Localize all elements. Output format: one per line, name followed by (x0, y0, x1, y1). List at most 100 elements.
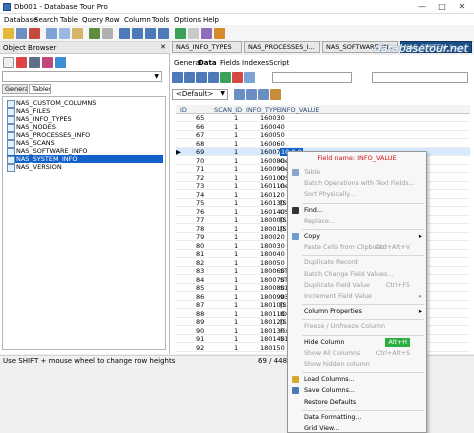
maximize-icon[interactable]: □ (432, 0, 452, 14)
last-record-icon[interactable] (158, 28, 169, 39)
column-header-info-type[interactable]: INFO_TYPE (246, 106, 281, 114)
table-cell[interactable]: 84 (196, 276, 204, 284)
menu-help[interactable]: Help (203, 16, 219, 24)
list-item[interactable]: NAS_NODES (7, 123, 163, 132)
table-cell[interactable]: 92 (196, 344, 204, 352)
table-cell[interactable]: 1 (234, 293, 238, 301)
table-cell[interactable]: 73 (196, 182, 204, 190)
table-cell[interactable]: 160030 (260, 114, 285, 122)
menu-item-batch-operations-with-text-fields[interactable]: Batch Operations with Text Fields... (288, 179, 426, 188)
list-item-selected[interactable]: NAS_SYSTEM_INFO (7, 155, 163, 164)
search-icon[interactable] (102, 28, 113, 39)
close-db-icon[interactable] (29, 28, 40, 39)
table-cell[interactable]: 1 (234, 301, 238, 309)
menu-item-copy[interactable]: Copy ▸ (288, 232, 426, 241)
delete-record-icon[interactable] (232, 72, 243, 83)
table-cell[interactable]: 1 (234, 327, 238, 335)
table-cell[interactable]: 1 (234, 233, 238, 241)
table-cell[interactable]: 160060 (260, 140, 285, 148)
table-cell[interactable]: 72 (196, 174, 204, 182)
insert-icon[interactable] (220, 72, 231, 83)
column-header-scan-id[interactable]: SCAN_ID (214, 106, 242, 114)
export-icon[interactable] (201, 28, 212, 39)
italic-icon[interactable] (246, 89, 257, 100)
open-icon[interactable] (3, 28, 14, 39)
menu-row[interactable]: Row (105, 16, 120, 24)
table-cell[interactable]: 79 (196, 233, 204, 241)
menu-item-duplicate-field-value[interactable]: Duplicate Field Value Ctrl+F5 (288, 281, 426, 290)
search-field[interactable] (372, 72, 468, 83)
table-cell[interactable]: 74 (196, 191, 204, 199)
menu-search[interactable]: Search (34, 16, 58, 24)
edit-icon[interactable] (244, 72, 255, 83)
table-cell[interactable]: 81 (196, 250, 204, 258)
table-cell[interactable]: 1 (234, 225, 238, 233)
table-cell[interactable]: 68 (196, 140, 204, 148)
menu-item-increment-field-value[interactable]: Increment Field Value ▸ (288, 292, 426, 301)
table-cell[interactable]: 1 (234, 165, 238, 173)
list-item[interactable]: NAS_INFO_TYPES (7, 115, 163, 124)
tab-fields[interactable]: Fields (220, 59, 240, 67)
table-cell[interactable]: 83 (196, 267, 204, 275)
list-item[interactable]: NAS_CUSTOM_COLUMNS (7, 99, 163, 108)
delete-icon[interactable] (16, 57, 27, 68)
default-dropdown[interactable]: <Default> ▼ (172, 89, 228, 100)
minimize-icon[interactable]: — (412, 0, 432, 14)
paste-icon[interactable] (72, 28, 83, 39)
table-cell[interactable]: 71 (196, 165, 204, 173)
table-cell[interactable]: 160040 (260, 123, 285, 131)
menu-table[interactable]: Table (60, 16, 78, 24)
menu-item-column-properties[interactable]: Column Properties ▸ (288, 307, 426, 316)
table-cell[interactable]: 1 (234, 216, 238, 224)
navigation-field[interactable] (272, 72, 352, 83)
table-row[interactable]: 66 1 160040 (176, 123, 470, 131)
first-record-icon[interactable] (119, 28, 130, 39)
table-cell[interactable]: 1 (234, 148, 238, 156)
tab-nas-processes[interactable]: NAS_PROCESSES_I... (244, 41, 320, 53)
import-icon[interactable] (214, 28, 225, 39)
table-cell[interactable]: 69 (196, 148, 204, 156)
menu-item-table[interactable]: Table (288, 168, 426, 177)
run-query-icon[interactable] (175, 28, 186, 39)
new-object-icon[interactable] (3, 57, 14, 68)
menu-tools[interactable]: Tools (152, 16, 169, 24)
tab-data[interactable]: Data (198, 59, 217, 67)
table-cell[interactable]: 70 (196, 157, 204, 165)
column-header-info-value[interactable]: INFO_VALUE (280, 106, 320, 114)
tab-indexes[interactable]: Indexes (242, 59, 269, 67)
menu-item-show-hidden-column[interactable]: Show hidden column (288, 360, 426, 369)
table-cell[interactable]: 76 (196, 208, 204, 216)
menu-item-replace[interactable]: Replace... (288, 217, 426, 226)
save-icon[interactable] (16, 28, 27, 39)
refresh-icon[interactable] (29, 57, 40, 68)
next-icon[interactable] (196, 72, 207, 83)
table-row[interactable]: 68 1 160060 (176, 140, 470, 148)
next-record-icon[interactable] (145, 28, 156, 39)
list-item[interactable]: NAS_SOFTWARE_INFO (7, 147, 163, 156)
table-cell[interactable]: 1 (234, 276, 238, 284)
table-cell[interactable]: 91 (196, 335, 204, 343)
table-cell[interactable]: 1 (234, 344, 238, 352)
prev-icon[interactable] (184, 72, 195, 83)
menu-database[interactable]: Database (4, 16, 37, 24)
column-header-id[interactable]: ID (180, 106, 187, 114)
tab-tables[interactable]: Tables (29, 84, 51, 94)
table-cell[interactable]: 1 (234, 208, 238, 216)
cut-icon[interactable] (46, 28, 57, 39)
table-cell[interactable]: 1 (234, 259, 238, 267)
table-cell[interactable]: 1 (234, 250, 238, 258)
menu-item-batch-change-field-values[interactable]: Batch Change Field Values... (288, 270, 426, 279)
table-cell[interactable]: 1 (234, 131, 238, 139)
tab-general[interactable]: General (2, 84, 28, 94)
table-cell[interactable]: 1 (234, 182, 238, 190)
underline-icon[interactable] (258, 89, 269, 100)
menu-column[interactable]: Column (124, 16, 151, 24)
menu-item-data-formatting[interactable]: Data Formatting... (288, 413, 426, 422)
menu-item-restore-defaults[interactable]: Restore Defaults (288, 398, 426, 407)
list-item[interactable]: NAS_PROCESSES_INFO (7, 131, 163, 140)
menu-item-find[interactable]: Find... (288, 206, 426, 215)
first-icon[interactable] (172, 72, 183, 83)
table-cell[interactable]: 1 (234, 242, 238, 250)
menu-item-freeze-unfreeze-column[interactable]: Freeze / Unfreeze Column (288, 322, 426, 331)
table-cell[interactable]: 1 (234, 191, 238, 199)
